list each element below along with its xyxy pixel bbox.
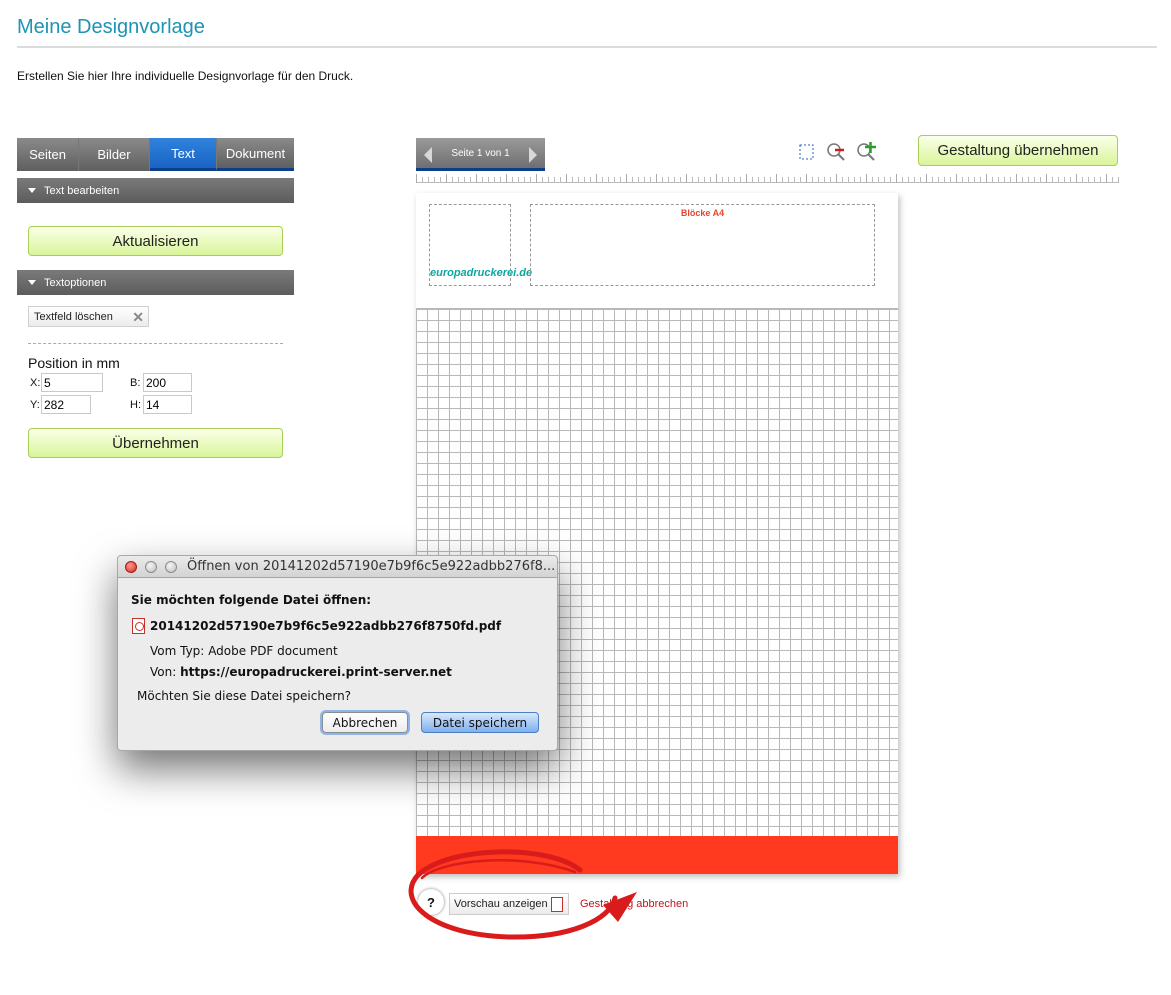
tab-seiten[interactable]: Seiten bbox=[17, 138, 79, 171]
title-textbox[interactable]: Blöcke A4 bbox=[530, 204, 875, 286]
zoom-in-icon[interactable] bbox=[856, 141, 878, 163]
next-page-icon[interactable] bbox=[529, 147, 537, 163]
delete-textfield-button[interactable]: Textfeld löschen ✕ bbox=[28, 306, 149, 327]
open-file-dialog: Öffnen von 20141202d57190e7b9f6c5e922adb… bbox=[117, 555, 558, 751]
page-title: Meine Designvorlage bbox=[17, 16, 205, 38]
file-source-row: Von: https://europadruckerei.print-serve… bbox=[150, 665, 452, 679]
collapse-triangle-icon bbox=[28, 280, 36, 285]
page-nav-label: Seite 1 von 1 bbox=[451, 147, 510, 159]
section-text-edit-label: Text bearbeiten bbox=[44, 184, 120, 197]
dashed-divider bbox=[28, 343, 283, 344]
select-icon[interactable] bbox=[798, 143, 816, 161]
logo-text: europadruckerei.de bbox=[430, 267, 533, 279]
canvas-title-text: Blöcke A4 bbox=[680, 208, 725, 218]
dialog-filename: 20141202d57190e7b9f6c5e922adbb276f8750fd… bbox=[150, 619, 502, 633]
prev-page-icon[interactable] bbox=[424, 147, 432, 163]
page-subtitle: Erstellen Sie hier Ihre individuelle Des… bbox=[17, 69, 354, 83]
annotation-circle-arrow bbox=[408, 849, 637, 940]
maximize-window-icon bbox=[165, 561, 177, 573]
dialog-cancel-button[interactable]: Abbrechen bbox=[322, 712, 408, 733]
logo-placeholder[interactable]: europadruckerei.de bbox=[429, 204, 532, 286]
h-label: H: bbox=[130, 399, 141, 411]
x-label: X: bbox=[30, 377, 41, 389]
tab-bilder[interactable]: Bilder bbox=[79, 138, 150, 171]
b-label: B: bbox=[130, 377, 141, 389]
file-source-label: Von: bbox=[150, 665, 177, 679]
height-input[interactable] bbox=[143, 395, 192, 414]
zoom-out-icon[interactable] bbox=[826, 142, 848, 164]
ruler-major-ticks bbox=[416, 171, 1119, 183]
section-text-options-label: Textoptionen bbox=[44, 276, 107, 289]
editor-tabs: Seiten Bilder Text Dokument bbox=[17, 138, 294, 171]
page-navigator: Seite 1 von 1 bbox=[416, 138, 545, 171]
dialog-save-button[interactable]: Datei speichern bbox=[421, 712, 539, 733]
close-window-icon[interactable] bbox=[125, 561, 137, 573]
dialog-heading: Sie möchten folgende Datei öffnen: bbox=[131, 593, 372, 607]
y-position-input[interactable] bbox=[41, 395, 91, 414]
dialog-titlebar[interactable]: Öffnen von 20141202d57190e7b9f6c5e922adb… bbox=[118, 556, 557, 578]
collapse-triangle-icon bbox=[28, 188, 36, 193]
position-label: Position in mm bbox=[28, 355, 120, 371]
update-button[interactable]: Aktualisieren bbox=[28, 226, 283, 256]
delete-textfield-label: Textfeld löschen bbox=[34, 310, 113, 323]
file-type-row: Vom Typ: Adobe PDF document bbox=[150, 644, 338, 658]
x-position-input[interactable] bbox=[41, 373, 103, 392]
tab-dokument[interactable]: Dokument bbox=[217, 138, 294, 171]
title-divider bbox=[17, 46, 1157, 48]
file-type-label: Vom Typ: bbox=[150, 644, 205, 658]
apply-button[interactable]: Übernehmen bbox=[28, 428, 283, 458]
dialog-title: Öffnen von 20141202d57190e7b9f6c5e922adb… bbox=[187, 559, 556, 574]
width-input[interactable] bbox=[143, 373, 192, 392]
y-label: Y: bbox=[30, 399, 40, 411]
tab-text[interactable]: Text bbox=[150, 138, 217, 171]
minimize-window-icon bbox=[145, 561, 157, 573]
pdf-file-icon bbox=[132, 618, 145, 634]
file-source-value: https://europadruckerei.print-server.net bbox=[180, 665, 452, 679]
section-text-edit[interactable]: Text bearbeiten bbox=[17, 178, 294, 203]
section-text-options[interactable]: Textoptionen bbox=[17, 270, 294, 295]
file-type-value: Adobe PDF document bbox=[208, 644, 338, 658]
dialog-question: Möchten Sie diese Datei speichern? bbox=[137, 689, 352, 703]
accept-design-button[interactable]: Gestaltung übernehmen bbox=[918, 135, 1118, 166]
close-icon: ✕ bbox=[132, 309, 144, 325]
